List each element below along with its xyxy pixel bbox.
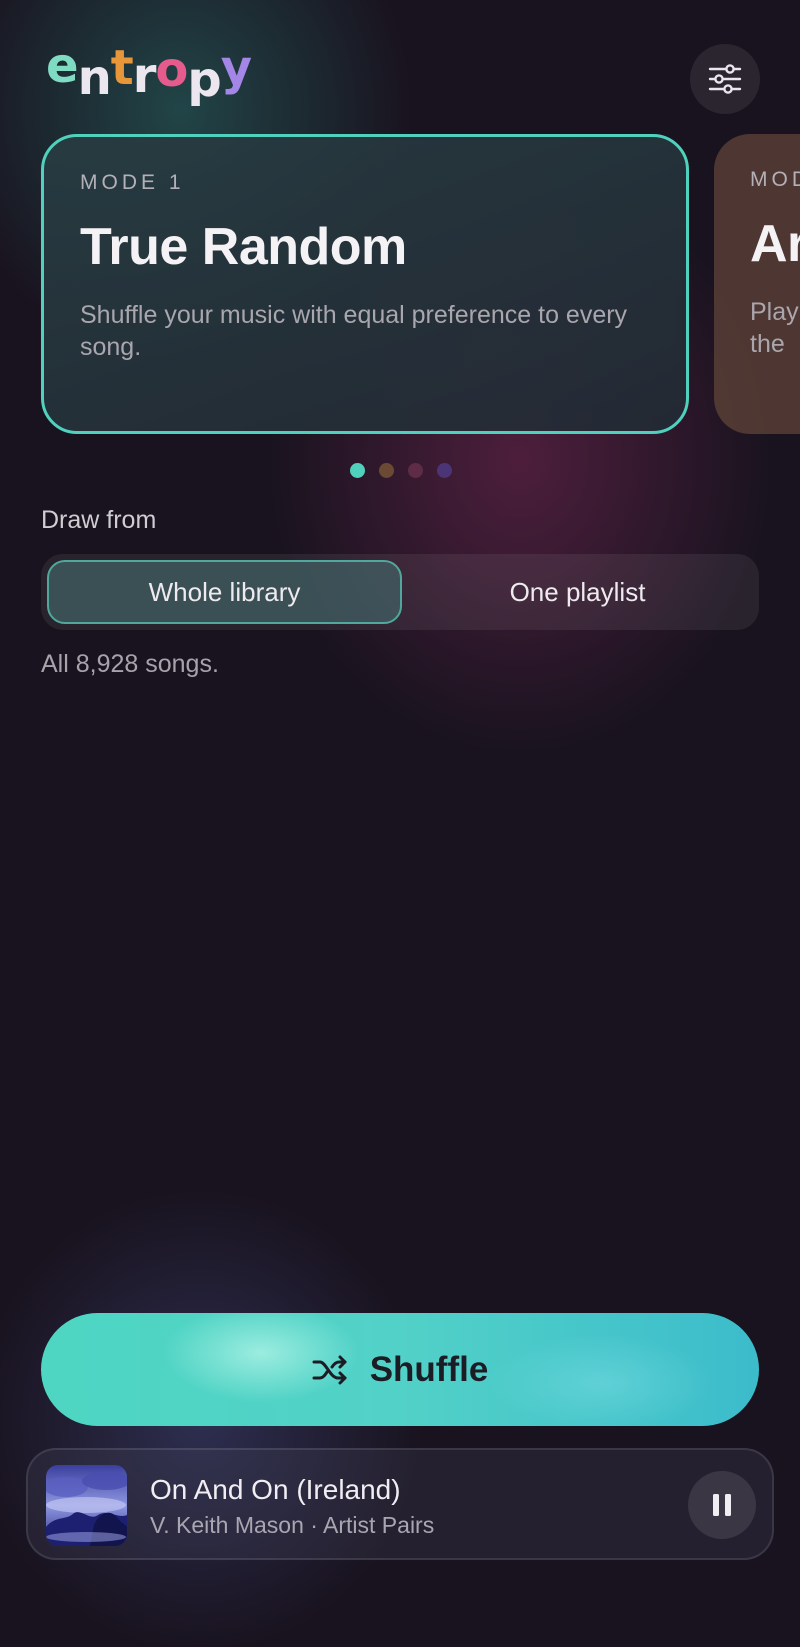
- mode-pagination: [350, 463, 452, 478]
- logo-letter: y: [220, 40, 252, 96]
- pagination-dot-1[interactable]: [350, 463, 365, 478]
- sliders-icon: [708, 64, 742, 94]
- app-logo: entropy: [46, 42, 252, 104]
- app-screen: entropy MODE 1 True Random Shuffle your …: [0, 0, 800, 1647]
- logo-letter: e: [46, 38, 79, 94]
- track-title: On And On (Ireland): [150, 1474, 401, 1505]
- segment-whole-library[interactable]: Whole library: [47, 560, 402, 624]
- shuffle-icon: [312, 1355, 347, 1384]
- mode-label: MODE 1: [80, 171, 185, 194]
- mode-description: Shuffle your music with equal preference…: [80, 301, 628, 361]
- pagination-dot-3[interactable]: [408, 463, 423, 478]
- shuffle-label: Shuffle: [369, 1349, 489, 1389]
- logo-letter: n: [77, 50, 112, 106]
- mode-card-true-random[interactable]: MODE 1 True Random Shuffle your music wi…: [41, 134, 689, 434]
- mode-title: True Random: [80, 218, 407, 276]
- album-art[interactable]: [46, 1465, 127, 1546]
- pagination-dot-4[interactable]: [437, 463, 452, 478]
- source-segmented-control: Whole library One playlist: [41, 554, 759, 630]
- logo-letter: r: [132, 48, 157, 104]
- song-count-text: All 8,928 songs.: [41, 650, 219, 678]
- pagination-dot-2[interactable]: [379, 463, 394, 478]
- mode-card-next[interactable]: MOD Ar Play the: [714, 134, 800, 434]
- settings-button[interactable]: [690, 44, 760, 114]
- track-artist-album: V. Keith Mason · Artist Pairs: [150, 1512, 435, 1538]
- logo-letter: o: [155, 42, 188, 98]
- draw-from-label: Draw from: [41, 506, 157, 534]
- pause-button[interactable]: [688, 1471, 756, 1539]
- now-playing-bar[interactable]: On And On (Ireland) V. Keith Mason · Art…: [26, 1448, 774, 1560]
- mode-description: Play the: [750, 298, 799, 358]
- mode-title: Ar: [750, 215, 800, 273]
- logo-letter: t: [110, 40, 134, 96]
- shuffle-button[interactable]: Shuffle: [41, 1313, 759, 1426]
- segment-one-playlist[interactable]: One playlist: [402, 560, 753, 624]
- mode-label: MOD: [750, 168, 800, 191]
- pause-icon: [713, 1494, 731, 1516]
- logo-letter: p: [187, 52, 221, 108]
